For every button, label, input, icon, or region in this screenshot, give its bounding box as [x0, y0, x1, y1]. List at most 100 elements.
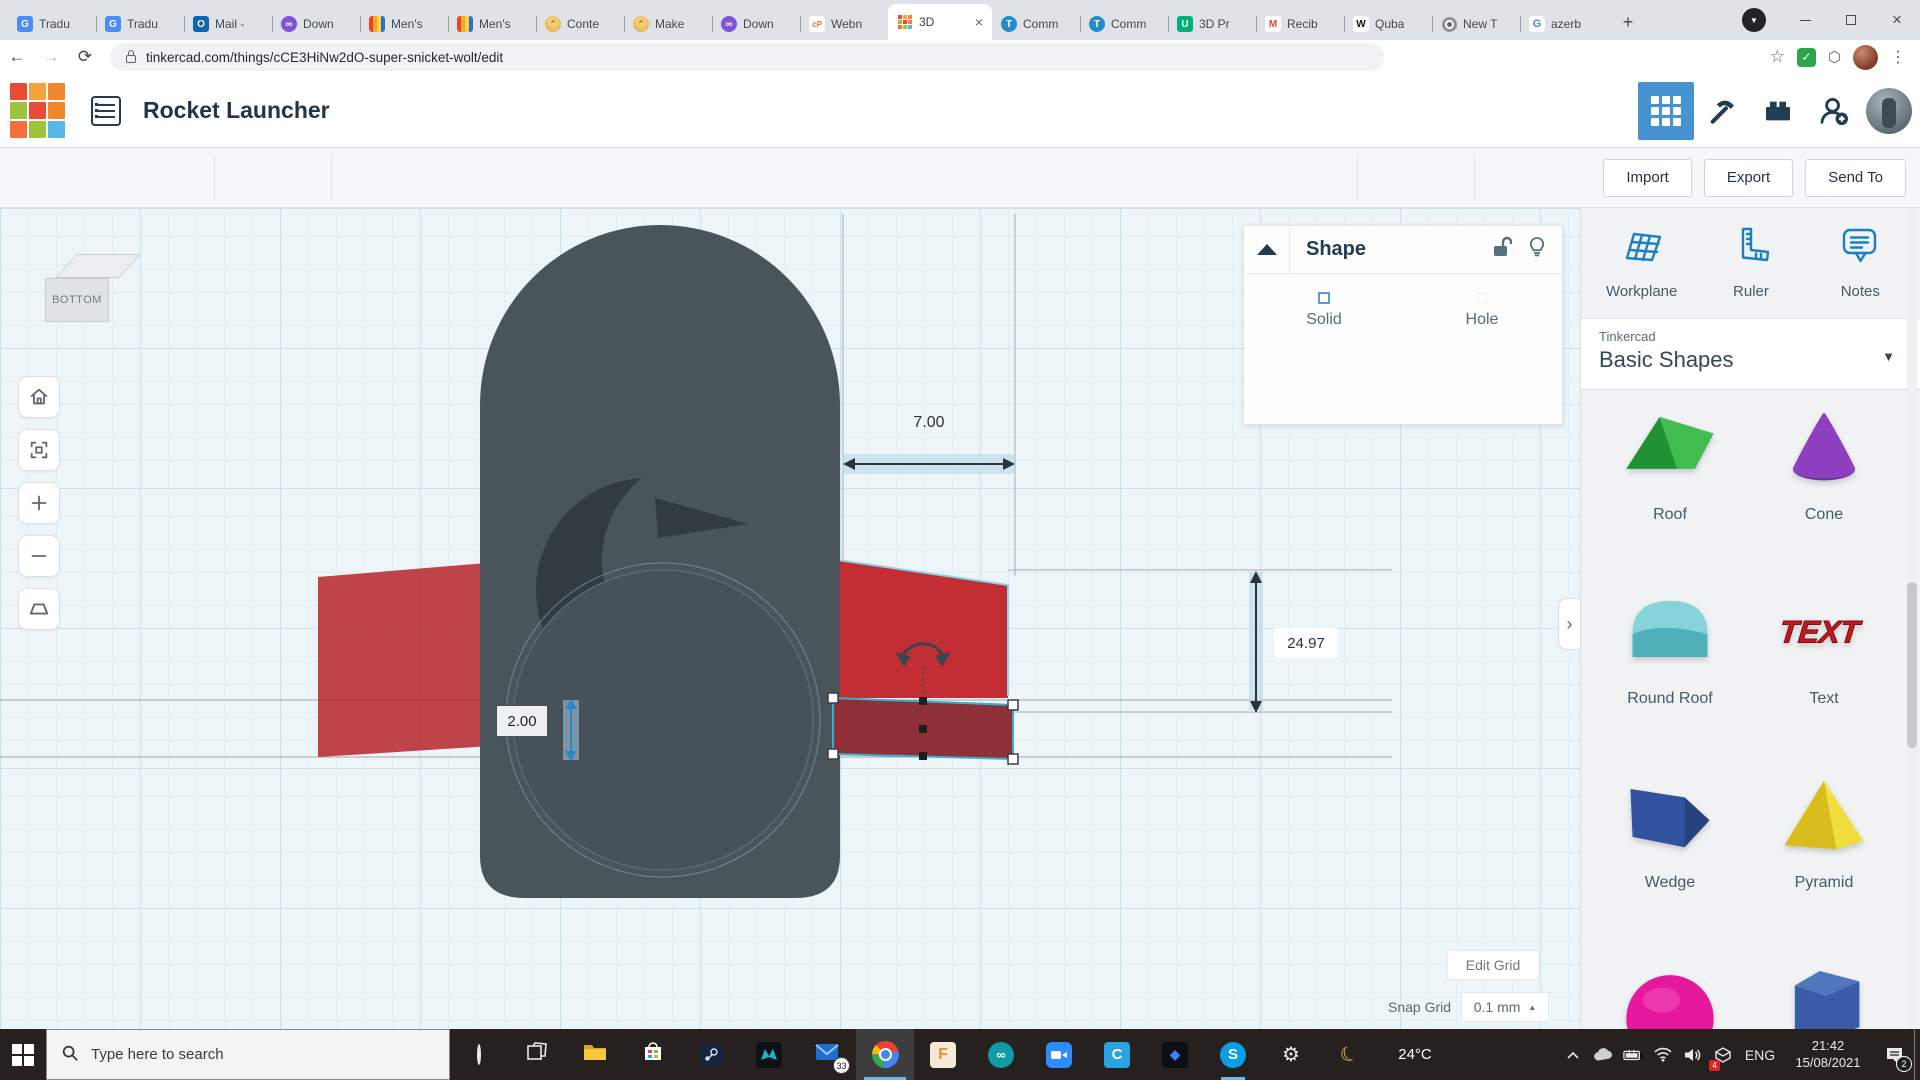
undo-button[interactable]: [221, 156, 273, 200]
bookmark-star-icon[interactable]: ☆: [1770, 47, 1785, 67]
browser-tab[interactable]: T Comm ×: [992, 8, 1080, 40]
add-user-icon[interactable]: [1806, 82, 1862, 140]
url-omnibox[interactable]: tinkercad.com/things/cCE3HiNw2dO-super-s…: [110, 43, 1384, 71]
zoom-out-button[interactable]: [18, 535, 60, 577]
depth-dimension-input[interactable]: 2.00: [496, 705, 548, 737]
sidebar-expand-chevron-icon[interactable]: ›: [1558, 598, 1580, 650]
shape-gallery-item[interactable]: Roof: [1593, 404, 1747, 588]
extension-check-icon[interactable]: ✓: [1797, 48, 1816, 67]
dropbox-icon[interactable]: 4: [1708, 1029, 1738, 1080]
mirror-button[interactable]: [1533, 156, 1585, 200]
delete-button[interactable]: [156, 156, 208, 200]
3d-canvas[interactable]: BOTTOM 7.00: [0, 208, 1580, 1029]
slicer[interactable]: ◆: [1146, 1029, 1204, 1080]
reload-icon[interactable]: ⟳: [68, 42, 102, 72]
fusion-360[interactable]: F: [914, 1029, 972, 1080]
dashboard-grid-button[interactable]: [1638, 82, 1694, 140]
browser-tab[interactable]: 3D ×: [888, 4, 992, 40]
cura[interactable]: C: [1088, 1029, 1146, 1080]
group-button[interactable]: [1364, 156, 1416, 200]
start-button[interactable]: [0, 1029, 46, 1080]
perspective-toggle-button[interactable]: [18, 588, 60, 630]
taskbar-search-input[interactable]: Type here to search: [46, 1029, 450, 1080]
browser-tab[interactable]: New T ×: [1432, 8, 1520, 40]
unlock-icon[interactable]: [1492, 236, 1512, 263]
shape-library-dropdown[interactable]: Tinkercad Basic Shapes ▼: [1581, 318, 1920, 390]
sidebar-tool[interactable]: Workplane: [1592, 224, 1692, 300]
browser-tab[interactable]: G azerb ×: [1520, 8, 1608, 40]
taskbar-clock[interactable]: 21:42 15/08/2021: [1782, 1038, 1874, 1072]
browser-tab[interactable]: O Mail - ×: [184, 8, 272, 40]
browser-tab[interactable]: G Tradu ×: [8, 8, 96, 40]
sidebar-tool[interactable]: Ruler: [1701, 224, 1801, 300]
notification-center-icon[interactable]: 2: [1874, 1029, 1914, 1080]
back-icon[interactable]: ←: [0, 42, 34, 72]
browser-tab[interactable]: M Recib ×: [1256, 8, 1344, 40]
view-cube[interactable]: BOTTOM: [36, 246, 136, 332]
wifi-icon[interactable]: [1648, 1029, 1678, 1080]
volume-icon[interactable]: [1678, 1029, 1708, 1080]
language-indicator[interactable]: ENG: [1738, 1047, 1782, 1063]
maximize-button[interactable]: [1828, 0, 1874, 40]
night-light[interactable]: ☾: [1320, 1029, 1378, 1080]
sidebar-scrollbar[interactable]: [1907, 208, 1917, 1029]
tab-close-icon[interactable]: ×: [975, 15, 983, 29]
design-menu-icon[interactable]: [91, 96, 121, 126]
shape-gallery-item[interactable]: Pyramid: [1747, 772, 1901, 956]
show-desktop-button[interactable]: [1914, 1029, 1920, 1080]
file-explorer[interactable]: [566, 1029, 624, 1080]
design-title[interactable]: Rocket Launcher: [143, 97, 330, 124]
minecraft-pickaxe-icon[interactable]: [1694, 82, 1750, 140]
zoom-in-button[interactable]: [18, 482, 60, 524]
height-dimension-label[interactable]: 24.97: [1274, 628, 1338, 658]
shape-fill-option[interactable]: Hole: [1432, 298, 1532, 329]
ungroup-button[interactable]: [1416, 156, 1468, 200]
browser-tab[interactable]: G Tradu ×: [96, 8, 184, 40]
tinkercad-logo[interactable]: [10, 83, 65, 138]
browser-tab[interactable]: ᵔ Conte ×: [536, 8, 624, 40]
shape-gallery-item[interactable]: Round Roof: [1593, 588, 1747, 772]
user-avatar[interactable]: [1866, 88, 1912, 134]
snap-grid-dropdown[interactable]: 0.1 mm▲: [1461, 992, 1549, 1022]
browser-tab[interactable]: cP Webn ×: [800, 8, 888, 40]
shape-gallery-item[interactable]: [1747, 956, 1901, 1029]
home-view-button[interactable]: [18, 376, 60, 418]
minimize-button[interactable]: [1782, 0, 1828, 40]
settings[interactable]: ⚙: [1262, 1029, 1320, 1080]
task-view[interactable]: [508, 1029, 566, 1080]
import-button[interactable]: Import: [1603, 159, 1692, 197]
brick-icon[interactable]: [1750, 82, 1806, 140]
browser-tab[interactable]: U 3D Pr ×: [1168, 8, 1256, 40]
send-to-button[interactable]: Send To: [1805, 159, 1906, 197]
browser-menu-icon[interactable]: ⋮: [1890, 47, 1906, 67]
weather-temperature[interactable]: 24°C: [1378, 1046, 1452, 1063]
collapse-panel-icon[interactable]: [1244, 226, 1290, 274]
paste-button[interactable]: [52, 156, 104, 200]
browser-tab[interactable]: Men's ×: [360, 8, 448, 40]
bulb-icon[interactable]: [1528, 236, 1546, 263]
browser-tab[interactable]: Men's ×: [448, 8, 536, 40]
onedrive-cloud-icon[interactable]: [1588, 1029, 1618, 1080]
close-button[interactable]: ×: [1874, 0, 1920, 40]
sidebar-tool[interactable]: Notes: [1810, 224, 1910, 300]
steam[interactable]: [682, 1029, 740, 1080]
view-cube-front-face[interactable]: BOTTOM: [45, 278, 109, 322]
shape-fill-option[interactable]: Solid: [1274, 298, 1374, 329]
view-cube-top-face[interactable]: [55, 254, 141, 278]
browser-tab[interactable]: T Comm ×: [1080, 8, 1168, 40]
browser-tab[interactable]: W Quba ×: [1344, 8, 1432, 40]
browser-profile-avatar[interactable]: [1853, 45, 1878, 70]
shape-gallery-item[interactable]: Cone: [1747, 404, 1901, 588]
browser-tab[interactable]: ∞ Down ×: [272, 8, 360, 40]
forward-icon[interactable]: →: [34, 42, 68, 72]
tray-expand-caret-icon[interactable]: [1558, 1029, 1588, 1080]
duplicate-button[interactable]: [104, 156, 156, 200]
bulb-button[interactable]: [1299, 156, 1351, 200]
battery-icon[interactable]: [1618, 1029, 1648, 1080]
arduino[interactable]: ∞: [972, 1029, 1030, 1080]
browser-tab[interactable]: ᵔ Make ×: [624, 8, 712, 40]
microsoft-store[interactable]: [624, 1029, 682, 1080]
mail[interactable]: 33: [798, 1029, 856, 1080]
fit-view-button[interactable]: [18, 429, 60, 471]
browser-tab[interactable]: ∞ Down ×: [712, 8, 800, 40]
